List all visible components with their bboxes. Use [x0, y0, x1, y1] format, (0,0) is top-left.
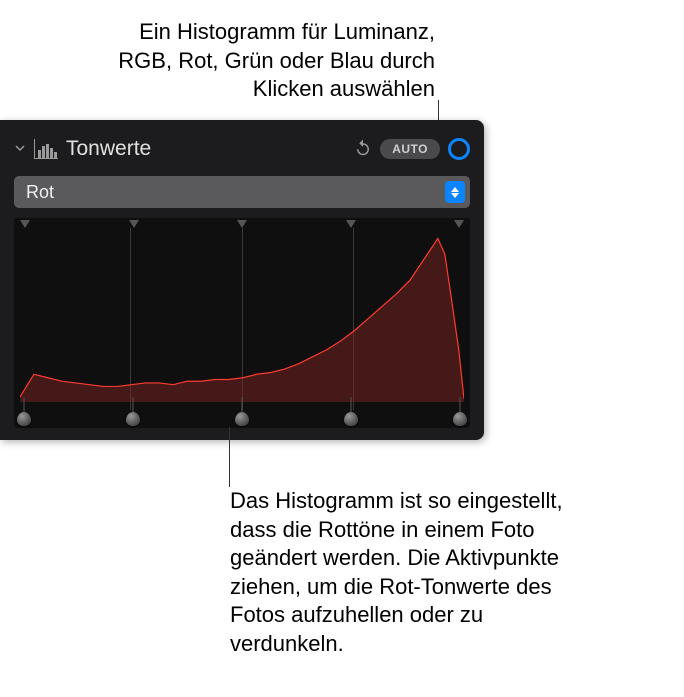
callout-leader-line	[229, 427, 230, 487]
levels-handle[interactable]	[453, 412, 467, 426]
top-marker	[346, 220, 356, 228]
chevron-down-icon[interactable]	[14, 141, 26, 157]
top-marker	[454, 220, 464, 228]
top-marker	[129, 220, 139, 228]
panel-header: Tonwerte AUTO	[14, 130, 470, 168]
levels-handle[interactable]	[17, 412, 31, 426]
histogram-chart	[20, 228, 464, 402]
panel-title: Tonwerte	[66, 137, 346, 161]
reset-icon[interactable]	[354, 138, 372, 161]
bottom-callout-text: Das Histogramm ist so eingestellt, dass …	[230, 487, 580, 659]
histogram-handles-track	[14, 408, 470, 428]
histogram-container	[14, 218, 470, 428]
channel-select-value: Rot	[26, 182, 54, 203]
levels-handle[interactable]	[344, 412, 358, 426]
updown-arrows-icon	[445, 181, 465, 203]
top-marker	[237, 220, 247, 228]
top-callout-text: Ein Histogramm für Luminanz, RGB, Rot, G…	[100, 18, 435, 104]
levels-handle[interactable]	[235, 412, 249, 426]
levels-handle[interactable]	[126, 412, 140, 426]
histogram-icon	[34, 139, 58, 159]
enable-toggle[interactable]	[448, 138, 470, 160]
auto-button[interactable]: AUTO	[380, 139, 440, 159]
top-marker	[20, 220, 30, 228]
levels-panel: Tonwerte AUTO Rot	[0, 120, 484, 440]
channel-select[interactable]: Rot	[14, 176, 470, 208]
